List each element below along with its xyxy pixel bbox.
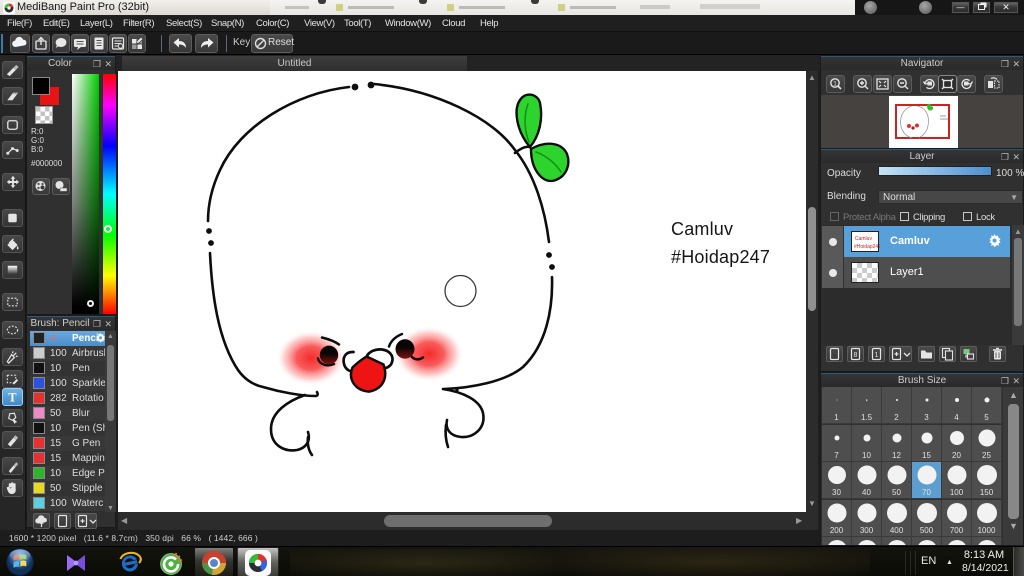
- svg-text:#Hoidap247: #Hoidap247: [854, 244, 880, 250]
- svg-text:8: 8: [854, 352, 858, 359]
- svg-text:1: 1: [833, 81, 837, 88]
- svg-text:#Hoidap247: #Hoidap247: [671, 247, 770, 267]
- svg-text:T: T: [8, 391, 16, 405]
- svg-text:Camluv: Camluv: [671, 219, 733, 239]
- svg-text:1: 1: [875, 352, 879, 359]
- svg-text:Camluv: Camluv: [855, 236, 872, 242]
